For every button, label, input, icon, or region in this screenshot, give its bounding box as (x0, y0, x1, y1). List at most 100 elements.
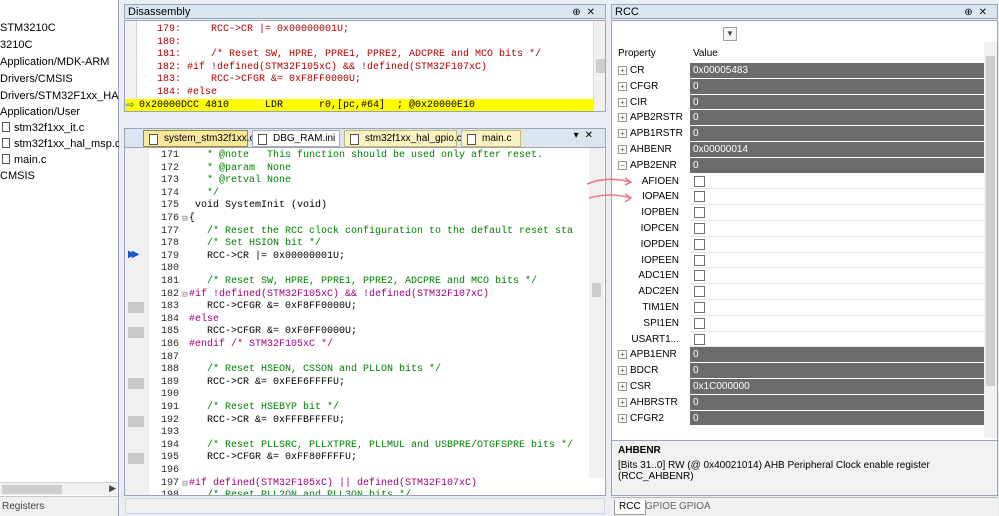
property-value[interactable] (690, 221, 984, 237)
code-line[interactable]: #if defined(STM32F105xC) || defined(STM3… (189, 478, 477, 491)
project-horizontal-scrollbar[interactable]: ▶ (0, 482, 118, 495)
property-value[interactable]: 0 (690, 157, 984, 174)
bit-checkbox[interactable] (694, 302, 705, 313)
property-value[interactable]: 0 (690, 78, 984, 95)
bit-field-row[interactable]: AFIOEN (612, 173, 984, 190)
property-value[interactable] (690, 315, 984, 332)
expand-icon[interactable]: + (618, 397, 627, 407)
bit-field-row[interactable]: USART1... (612, 331, 984, 348)
code-line[interactable]: #else (189, 314, 219, 327)
pin-close-controls[interactable]: ⊕✕ (964, 5, 993, 20)
bit-field-row[interactable]: IOPBEN (612, 205, 984, 221)
expand-icon[interactable]: + (618, 113, 627, 123)
code-coverage-marker[interactable] (128, 302, 144, 314)
tree-item[interactable]: main.c (2, 152, 46, 168)
scroll-thumb[interactable] (596, 59, 605, 73)
disassembly-line[interactable]: 183: RCC->CFGR &= 0xF8FF0000U; (139, 73, 361, 86)
tab-main-c[interactable]: main.c (461, 130, 521, 147)
tree-item[interactable]: STM3210C (0, 20, 56, 36)
code-line[interactable]: { (189, 213, 195, 226)
bit-field-row[interactable]: ADC2EN (612, 284, 984, 300)
register-row[interactable]: + CSR 0x1C000000 (612, 379, 984, 395)
scroll-thumb[interactable] (2, 485, 62, 494)
tree-item[interactable]: stm32f1xx_hal_msp.c (2, 136, 119, 152)
bit-checkbox[interactable] (694, 223, 705, 234)
property-value[interactable] (690, 252, 984, 269)
tab-dbg-ram-ini[interactable]: DBG_RAM.ini (252, 130, 340, 147)
register-row[interactable]: + AHBRSTR 0 (612, 394, 984, 411)
property-value[interactable]: 0x1C000000 (690, 379, 984, 395)
bit-field-row[interactable]: IOPDEN (612, 236, 984, 253)
bit-checkbox[interactable] (694, 333, 705, 345)
code-coverage-marker[interactable] (128, 415, 144, 427)
scroll-right-arrow-icon[interactable]: ▶ (109, 483, 116, 494)
property-value[interactable]: 0x00005483 (690, 63, 984, 79)
code-line[interactable]: /* Reset PLL2ON and PLL3ON bits */ (189, 490, 411, 495)
fold-toggle-icon[interactable]: ⊟ (181, 289, 189, 302)
code-line[interactable]: RCC->CR &= 0xFFFBFFFFU; (189, 415, 345, 428)
code-coverage-marker[interactable] (128, 453, 144, 465)
disassembly-line[interactable]: 180: (139, 36, 181, 49)
expand-icon[interactable]: + (618, 382, 627, 391)
register-row[interactable]: − APB2ENR 0 (612, 157, 984, 174)
expand-icon[interactable]: + (618, 81, 627, 91)
code-line[interactable]: RCC->CFGR &= 0xF8FF0000U; (189, 301, 357, 314)
bit-field-row[interactable]: ADC1EN (612, 268, 984, 285)
property-value[interactable] (690, 268, 984, 285)
tree-item[interactable]: Application/User (0, 104, 80, 120)
rcc-scrollbar[interactable] (984, 42, 997, 438)
bit-checkbox[interactable] (694, 270, 705, 282)
code-coverage-marker[interactable] (128, 377, 144, 389)
expand-icon[interactable]: + (618, 145, 627, 154)
code-line[interactable]: /* Reset HSEBYP bit */ (189, 402, 339, 415)
bit-field-row[interactable]: IOPEEN (612, 252, 984, 269)
expand-icon[interactable]: + (618, 366, 627, 376)
expand-icon[interactable]: + (618, 66, 627, 75)
expand-icon[interactable]: + (618, 413, 627, 423)
current-instruction[interactable]: 0x20000DCC 4810 LDR r0,[pc,#64] ; @0x200… (125, 99, 593, 111)
tree-item[interactable]: 3210C (0, 37, 32, 53)
disassembly-scrollbar[interactable] (593, 21, 605, 111)
register-row[interactable]: + CR 0x00005483 (612, 63, 984, 79)
property-value[interactable] (690, 331, 984, 348)
bit-checkbox[interactable] (694, 317, 705, 329)
code-line[interactable]: /* Reset PLLSRC, PLLXTPRE, PLLMUL and US… (189, 440, 573, 453)
register-row[interactable]: + APB1ENR 0 (612, 347, 984, 364)
tab-registers[interactable]: Registers (2, 501, 44, 512)
pin-close-controls[interactable]: ⊕✕ (572, 5, 601, 20)
register-row[interactable]: + APB1RSTR 0 (612, 126, 984, 142)
code-line[interactable]: /* Set HSION bit */ (189, 238, 321, 251)
editor-horizontal-scrollbar[interactable] (125, 498, 605, 514)
tree-item[interactable]: Drivers/STM32F1xx_HAL_Driv (0, 88, 119, 104)
expand-icon[interactable]: + (618, 129, 627, 139)
code-line[interactable]: * @param None (189, 163, 291, 176)
chevron-down-icon[interactable]: ▼ (723, 27, 737, 41)
bit-checkbox[interactable] (694, 191, 705, 203)
code-line[interactable]: RCC->CR |= 0x00000001U; (189, 251, 345, 264)
tab-system-stm32f1xx[interactable]: system_stm32f1xx.c (143, 130, 255, 147)
bit-checkbox[interactable] (694, 238, 705, 250)
code-editor[interactable]: 171 * @note This function should be used… (124, 147, 606, 496)
tree-item[interactable]: CMSIS (0, 168, 35, 184)
scroll-thumb[interactable] (592, 283, 601, 297)
tree-item[interactable]: Application/MDK-ARM (0, 54, 109, 70)
tab-gpioa[interactable]: GPIOA (675, 500, 715, 515)
code-line[interactable]: /* Reset SW, HPRE, PPRE1, PPRE2, ADCPRE … (189, 276, 537, 289)
bit-field-row[interactable]: SPI1EN (612, 315, 984, 332)
code-line[interactable]: RCC->CFGR &= 0xFF80FFFFU; (189, 452, 357, 465)
code-coverage-marker[interactable] (128, 327, 144, 339)
collapse-icon[interactable]: − (618, 160, 627, 170)
register-row[interactable]: + BDCR 0 (612, 363, 984, 379)
property-value[interactable] (690, 236, 984, 253)
register-row[interactable]: + AHBENR 0x00000014 (612, 142, 984, 158)
disassembly-line[interactable]: 181: /* Reset SW, HPRE, PPRE1, PPRE2, AD… (139, 48, 541, 61)
disassembly-line[interactable]: 179: RCC->CR |= 0x00000001U; (139, 23, 349, 36)
value-column-header[interactable]: Value (693, 46, 718, 62)
property-value[interactable] (690, 205, 984, 221)
register-row[interactable]: + CIR 0 (612, 94, 984, 111)
expand-icon[interactable]: + (618, 350, 627, 360)
register-row[interactable]: + CFGR2 0 (612, 410, 984, 427)
disassembly-line[interactable]: 182: #if !defined(STM32F105xC) && !defin… (139, 61, 487, 74)
bit-checkbox[interactable] (694, 207, 705, 219)
bit-checkbox[interactable] (694, 286, 705, 298)
